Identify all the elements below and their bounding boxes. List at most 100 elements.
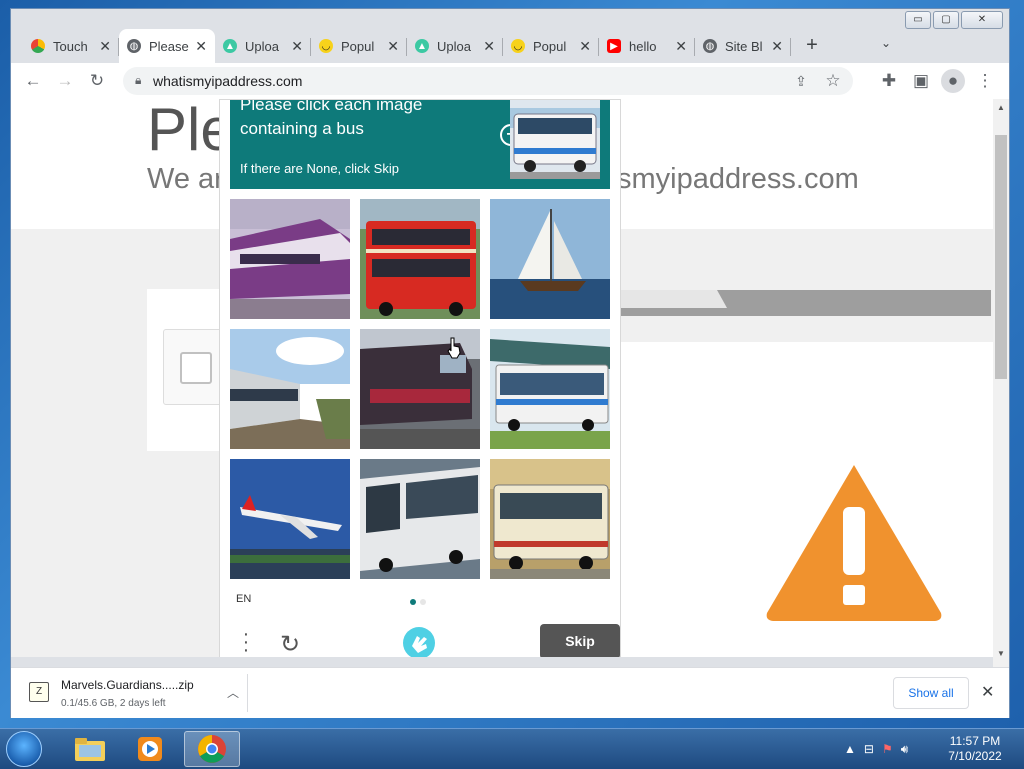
purple-train-image bbox=[230, 199, 350, 319]
tab-popular-2[interactable]: ◡ Popul ✕ bbox=[503, 29, 599, 63]
page-viewport: Ple We ar smyipaddress.com Please click … bbox=[11, 99, 993, 657]
browser-toolbar: ← → ↻ 🔒︎ whatismyipaddress.com ⇪ ☆ ✚ ▣ ●… bbox=[11, 63, 1009, 99]
tab-title: Uploa bbox=[437, 38, 471, 54]
url-text[interactable]: whatismyipaddress.com bbox=[153, 73, 302, 89]
skip-button[interactable]: Skip bbox=[540, 624, 620, 657]
captcha-image-6[interactable] bbox=[490, 329, 610, 449]
download-item[interactable]: Z Marvels.Guardians.....zip 0.1/45.6 GB,… bbox=[21, 668, 245, 718]
maximize-button[interactable]: ▢ bbox=[933, 11, 959, 29]
chrome-taskbar-icon[interactable] bbox=[184, 731, 240, 767]
hcaptcha-logo-icon bbox=[403, 627, 435, 657]
zip-file-icon: Z bbox=[29, 682, 49, 702]
close-downloads-icon[interactable]: ✕ bbox=[981, 682, 994, 702]
smile-icon: ◡ bbox=[319, 39, 333, 53]
upload-site-icon: ▲ bbox=[223, 39, 237, 53]
taskbar-clock[interactable]: 11:57 PM 7/10/2022 bbox=[940, 734, 1010, 764]
share-icon[interactable]: ⇪ bbox=[789, 69, 813, 93]
tab-search-chevron-icon[interactable]: ⌄ bbox=[881, 36, 891, 50]
airplane-image bbox=[230, 459, 350, 579]
close-tab-icon[interactable]: ✕ bbox=[675, 38, 687, 55]
scrollbar-thumb[interactable] bbox=[995, 135, 1007, 379]
tab-touch[interactable]: Touch ✕ bbox=[23, 29, 119, 63]
new-tab-button[interactable]: + bbox=[797, 30, 827, 60]
more-options-icon[interactable]: · · · bbox=[236, 624, 256, 657]
example-bus-image bbox=[510, 100, 600, 179]
chevron-up-icon[interactable]: ︿ bbox=[227, 684, 239, 701]
media-player-taskbar-icon[interactable] bbox=[122, 731, 178, 767]
challenge-checkbox[interactable] bbox=[180, 352, 212, 384]
close-tab-icon[interactable]: ✕ bbox=[579, 38, 591, 55]
captcha-image-7[interactable] bbox=[230, 459, 350, 579]
captcha-image-2[interactable] bbox=[360, 199, 480, 319]
tab-hello[interactable]: ▶ hello ✕ bbox=[599, 29, 695, 63]
captcha-image-grid bbox=[230, 199, 610, 579]
profile-avatar-icon[interactable]: ● bbox=[941, 69, 965, 93]
smile-icon: ◡ bbox=[511, 39, 525, 53]
tab-please[interactable]: ◍ Please ✕ bbox=[119, 29, 215, 63]
city-bus-image bbox=[490, 329, 610, 449]
scroll-down-icon[interactable]: ▼ bbox=[993, 649, 1009, 663]
tab-title: Uploa bbox=[245, 38, 279, 54]
start-button[interactable] bbox=[6, 731, 42, 767]
show-hidden-icons-icon[interactable]: ▲ bbox=[844, 742, 856, 756]
tab-title: Touch bbox=[53, 38, 88, 54]
reload-icon[interactable]: ↻ bbox=[85, 69, 109, 93]
browser-menu-icon[interactable]: ⋮ bbox=[973, 69, 997, 93]
address-bar[interactable]: 🔒︎ whatismyipaddress.com ⇪ ☆ bbox=[123, 67, 853, 95]
refresh-challenge-icon[interactable]: ↻ bbox=[280, 630, 300, 657]
close-tab-icon[interactable]: ✕ bbox=[99, 38, 111, 55]
page-subtitle-right: smyipaddress.com bbox=[617, 163, 859, 195]
banner-tab-shape bbox=[611, 290, 727, 308]
tab-title: hello bbox=[629, 38, 657, 54]
file-explorer-taskbar-icon[interactable] bbox=[62, 731, 118, 767]
tab-separator bbox=[790, 38, 791, 56]
clock-time: 11:57 PM bbox=[949, 734, 1001, 748]
folder-icon bbox=[75, 738, 105, 761]
chrome-icon bbox=[198, 735, 226, 763]
forward-arrow-icon[interactable]: → bbox=[53, 69, 77, 93]
captcha-image-9[interactable] bbox=[490, 459, 610, 579]
back-arrow-icon[interactable]: ← bbox=[21, 69, 45, 93]
captcha-image-5[interactable] bbox=[360, 329, 480, 449]
captcha-image-4[interactable] bbox=[230, 329, 350, 449]
tab-strip: Touch ✕ ◍ Please ✕ ▲ Uploa ✕ ◡ Popul ✕ ▲… bbox=[23, 25, 919, 63]
tab-title: Site Bl bbox=[725, 38, 763, 54]
language-selector[interactable]: EN bbox=[236, 593, 251, 605]
tab-site-blocked[interactable]: ◍ Site Bl ✕ bbox=[695, 29, 791, 63]
red-double-decker-bus-image bbox=[360, 199, 480, 319]
close-tab-icon[interactable]: ✕ bbox=[291, 38, 303, 55]
volume-icon[interactable]: 🔊︎ bbox=[901, 742, 909, 757]
tab-upload-1[interactable]: ▲ Uploa ✕ bbox=[215, 29, 311, 63]
media-player-icon bbox=[138, 737, 162, 761]
page-subtitle-left: We ar bbox=[147, 163, 224, 195]
side-panel-icon[interactable]: ▣ bbox=[909, 69, 933, 93]
scroll-up-icon[interactable]: ▲ bbox=[993, 103, 1009, 117]
bookmark-star-icon[interactable]: ☆ bbox=[821, 69, 845, 93]
tab-popular-1[interactable]: ◡ Popul ✕ bbox=[311, 29, 407, 63]
captcha-image-3[interactable] bbox=[490, 199, 610, 319]
tab-title: Popul bbox=[341, 38, 375, 54]
download-file-name: Marvels.Guardians.....zip bbox=[61, 678, 194, 692]
close-tab-icon[interactable]: ✕ bbox=[195, 38, 207, 55]
page-scrollbar[interactable]: ▲ ▼ bbox=[993, 99, 1009, 667]
action-center-flag-icon[interactable]: ⚑ bbox=[882, 742, 893, 756]
google-drive-icon bbox=[31, 39, 45, 53]
coach-bus-image bbox=[360, 459, 480, 579]
captcha-image-8[interactable] bbox=[360, 459, 480, 579]
extensions-puzzle-icon[interactable]: ✚ bbox=[877, 69, 901, 93]
page-dot-active bbox=[410, 599, 416, 605]
captcha-image-1[interactable] bbox=[230, 199, 350, 319]
captcha-footer: · · · ↻ Skip bbox=[220, 618, 620, 657]
show-all-button[interactable]: Show all bbox=[893, 677, 969, 709]
cream-bus-image bbox=[490, 459, 610, 579]
browser-window: ▭ ▢ ✕ Touch ✕ ◍ Please ✕ ▲ Uploa ✕ ◡ Pop… bbox=[10, 8, 1010, 718]
close-tab-icon[interactable]: ✕ bbox=[387, 38, 399, 55]
close-tab-icon[interactable]: ✕ bbox=[483, 38, 495, 55]
captcha-instruction: Please click each image containing a bus bbox=[240, 100, 423, 138]
close-tab-icon[interactable]: ✕ bbox=[771, 38, 783, 55]
tab-upload-2[interactable]: ▲ Uploa ✕ bbox=[407, 29, 503, 63]
clock-date: 7/10/2022 bbox=[948, 749, 1002, 763]
close-window-button[interactable]: ✕ bbox=[961, 11, 1003, 29]
youtube-icon: ▶ bbox=[607, 39, 621, 53]
network-icon[interactable]: ⊟ bbox=[864, 742, 874, 756]
